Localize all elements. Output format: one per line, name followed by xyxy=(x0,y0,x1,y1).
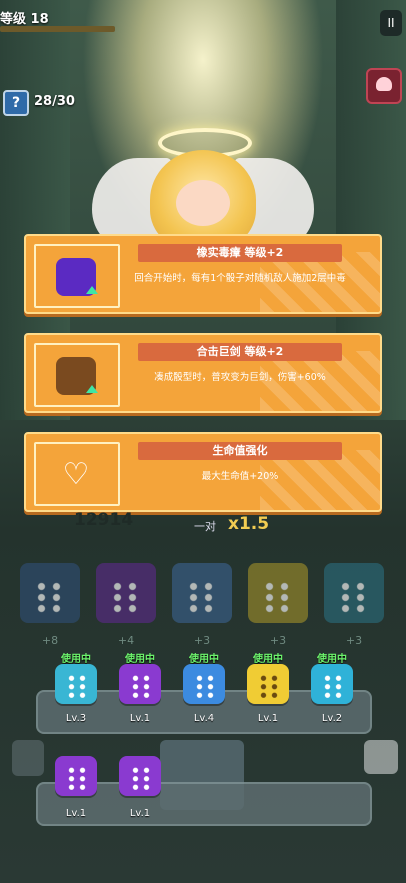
level-progress-bar xyxy=(0,26,115,32)
die-level: Lv.1 xyxy=(129,713,151,724)
die-level: Lv.4 xyxy=(193,713,215,724)
help-button[interactable]: ? xyxy=(3,90,29,116)
in-use-label: 使用中 xyxy=(189,654,219,665)
card-description: 回合开始时，每有1个骰子对随机敌人施加2层中毒 xyxy=(134,273,346,284)
active-die-2[interactable] xyxy=(119,664,161,704)
upgrade-card-sword[interactable]: 合击巨剑 等级+2 凑成骰型时，普攻变为巨剑，伤害+60% xyxy=(24,333,382,413)
card-icon-frame xyxy=(34,343,120,407)
dice-icon[interactable] xyxy=(364,740,398,774)
die-level: Lv.1 xyxy=(65,808,87,819)
book-icon[interactable] xyxy=(12,740,44,776)
card-title: 橡实毒瘴 等级+2 xyxy=(138,244,342,262)
die-bonus: +3 xyxy=(193,634,211,647)
die-level: Lv.1 xyxy=(257,713,279,724)
in-use-label: 使用中 xyxy=(61,654,91,665)
big-die-2 xyxy=(96,563,156,623)
card-icon-frame: ♡ xyxy=(34,442,120,506)
combo-label: 一对 xyxy=(194,520,216,533)
pause-button[interactable]: II xyxy=(380,10,402,36)
score: 12914 xyxy=(74,510,134,530)
big-die-3 xyxy=(172,563,232,623)
active-die-4[interactable] xyxy=(247,664,289,704)
wave-counter: 28/30 xyxy=(34,94,75,109)
big-die-5 xyxy=(324,563,384,623)
upgrade-arrow-icon xyxy=(86,286,98,294)
die-level: Lv.3 xyxy=(65,713,87,724)
die-bonus: +8 xyxy=(41,634,59,647)
card-description: 凑成骰型时，普攻变为巨剑，伤害+60% xyxy=(154,372,326,383)
big-die-4 xyxy=(248,563,308,623)
card-description: 最大生命值+20% xyxy=(201,471,279,482)
upgrade-card-health[interactable]: ♡ 生命值强化 最大生命值+20% xyxy=(24,432,382,512)
combo-multiplier: x1.5 xyxy=(228,514,270,534)
card-title: 生命值强化 xyxy=(138,442,342,460)
die-bonus: +4 xyxy=(117,634,135,647)
card-title: 合击巨剑 等级+2 xyxy=(138,343,342,361)
reserve-die-1[interactable] xyxy=(55,756,97,796)
level-text: 等级 18 xyxy=(0,12,49,27)
active-die-3[interactable] xyxy=(183,664,225,704)
top-bar: 等级 18 II xyxy=(0,0,406,36)
angel-face xyxy=(176,180,230,226)
reserve-die-2[interactable] xyxy=(119,756,161,796)
die-bonus: +3 xyxy=(269,634,287,647)
active-die-5[interactable] xyxy=(311,664,353,704)
skull-icon[interactable] xyxy=(366,68,402,104)
die-bonus: +3 xyxy=(345,634,363,647)
upgrade-card-poison[interactable]: 橡实毒瘴 等级+2 回合开始时，每有1个骰子对随机敌人施加2层中毒 xyxy=(24,234,382,314)
in-use-label: 使用中 xyxy=(317,654,347,665)
heart-icon: ♡ xyxy=(62,457,90,492)
upgrade-arrow-icon xyxy=(86,385,98,393)
die-level: Lv.2 xyxy=(321,713,343,724)
card-icon-frame xyxy=(34,244,120,308)
in-use-label: 使用中 xyxy=(125,654,155,665)
active-die-1[interactable] xyxy=(55,664,97,704)
die-level: Lv.1 xyxy=(129,808,151,819)
in-use-label: 使用中 xyxy=(253,654,283,665)
big-die-1 xyxy=(20,563,80,623)
